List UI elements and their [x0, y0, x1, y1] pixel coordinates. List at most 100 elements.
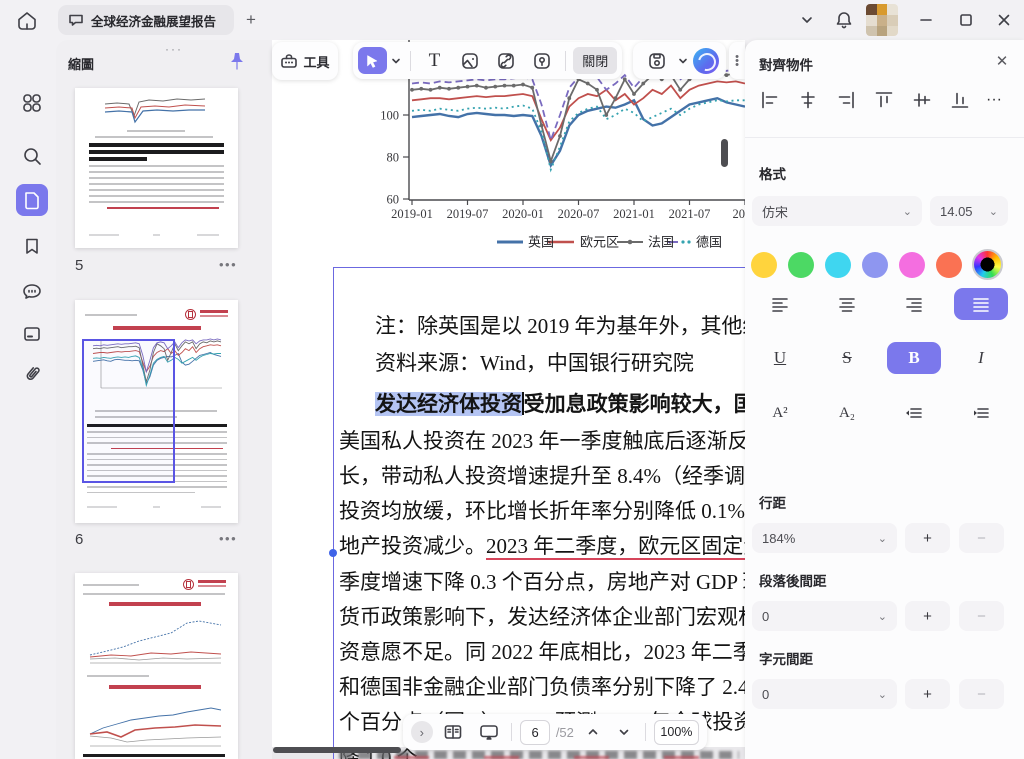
expand-bar-button[interactable]: ›	[411, 721, 433, 743]
avatar[interactable]	[866, 4, 898, 36]
home-button[interactable]	[14, 8, 40, 34]
page-thumbnail-6[interactable]	[75, 300, 238, 523]
align-top-button[interactable]	[871, 87, 896, 113]
align-middle-v-button[interactable]	[909, 87, 934, 113]
previous-page-button[interactable]	[580, 719, 605, 746]
strikethrough-button[interactable]: S	[820, 342, 874, 374]
viewport-indicator[interactable]	[82, 339, 175, 483]
subscript-button[interactable]: A₂	[820, 397, 874, 429]
document-text-line[interactable]: 资意愿不足。同 2022 年底相比，2023 年二季度，	[339, 637, 745, 667]
search-icon[interactable]	[16, 140, 48, 172]
color-swatch[interactable]	[751, 252, 777, 278]
line-spacing-decrease-button[interactable]: −	[959, 523, 1004, 553]
color-swatch[interactable]	[936, 252, 962, 278]
bold-button[interactable]: B	[887, 342, 941, 374]
close-panel-icon[interactable]: ✕	[992, 52, 1012, 72]
document-tab[interactable]: 全球经济金融展望报告	[58, 5, 234, 35]
file-extract-icon[interactable]	[16, 318, 48, 350]
paragraph-spacing-increase-button[interactable]: +	[905, 601, 950, 631]
document-text-line[interactable]: 注：除英国是以 2019 年为基年外，其他经济	[375, 311, 745, 341]
notification-bell-icon[interactable]	[832, 8, 856, 32]
select-tool-dropdown[interactable]	[389, 56, 403, 66]
character-spacing-increase-button[interactable]: +	[905, 679, 950, 709]
current-page-input[interactable]: 6	[520, 720, 549, 745]
document-text-line[interactable]: 发达经济体投资受加息政策影响较大，国内投	[375, 389, 745, 419]
apps-grid-icon[interactable]	[16, 87, 48, 119]
align-left-button[interactable]	[757, 87, 782, 113]
more-align-options[interactable]: ···	[985, 87, 1003, 113]
align-right-button[interactable]	[833, 87, 858, 113]
panel-drag-handle[interactable]: ···	[154, 42, 194, 56]
add-link-button[interactable]	[489, 47, 523, 74]
color-swatch[interactable]	[788, 252, 814, 278]
font-size-select[interactable]: 14.05⌄	[930, 196, 1008, 226]
character-spacing-decrease-button[interactable]: −	[959, 679, 1004, 709]
paragraph-spacing-decrease-button[interactable]: −	[959, 601, 1004, 631]
document-text-line[interactable]: 货币政策影响下，发达经济体企业部门宏观杠杆率	[339, 602, 745, 632]
document-text-line[interactable]: 投资均放缓，环比增长折年率分别降低 0.1%和 3.	[339, 496, 745, 526]
align-center-h-button[interactable]	[795, 87, 820, 113]
color-swatch[interactable]	[899, 252, 925, 278]
document-text-line[interactable]: 季度增速下降 0.3 个百分点，房地产对 GDP 环比增	[339, 567, 745, 597]
line-spacing-increase-button[interactable]: +	[905, 523, 950, 553]
document-text-line[interactable]: 和德国非金融企业部门负债率分别下降了 2.4 个、	[339, 672, 745, 702]
new-tab-button[interactable]: +	[240, 9, 262, 31]
paragraph-spacing-select[interactable]: 0⌄	[752, 601, 897, 631]
align-text-center-button[interactable]	[820, 288, 874, 320]
chevron-down-icon[interactable]	[795, 8, 819, 32]
page-menu-dots[interactable]: •••	[219, 257, 237, 272]
align-text-left-button[interactable]	[753, 288, 807, 320]
add-location-button[interactable]	[525, 47, 559, 74]
page-thumbnail-7[interactable]	[75, 573, 238, 759]
italic-button[interactable]: I	[954, 342, 1008, 374]
next-page-button[interactable]	[611, 719, 636, 746]
page-view-mode-button[interactable]	[439, 719, 468, 746]
close-edit-mode-button[interactable]: 關閉	[573, 47, 617, 74]
toolbar-overflow[interactable]: •••	[729, 42, 745, 79]
zoom-level-button[interactable]: 100%	[654, 720, 699, 745]
sidebar-item-thumbnails[interactable]	[16, 184, 48, 216]
underline-button[interactable]: U	[753, 342, 807, 374]
color-swatch[interactable]	[825, 252, 851, 278]
page-menu-dots[interactable]: •••	[219, 531, 237, 546]
character-spacing-select[interactable]: 0⌄	[752, 679, 897, 709]
page-thumbnail-5[interactable]	[75, 88, 238, 248]
font-family-select[interactable]: 仿宋⌄	[752, 196, 922, 226]
add-image-button[interactable]	[453, 47, 487, 74]
attachment-paperclip-icon[interactable]	[16, 358, 48, 390]
select-tool-button[interactable]	[358, 47, 387, 74]
justify-text-button[interactable]	[954, 288, 1008, 320]
document-canvas[interactable]: 60801002019-012019-072020-012020-072021-…	[272, 40, 745, 759]
maximize-button[interactable]	[954, 8, 978, 32]
format-section-title: 格式	[759, 163, 786, 183]
document-text-line[interactable]: 资料来源：Wind，中国银行研究院	[375, 348, 694, 378]
horizontal-scrollbar-thumb[interactable]	[273, 747, 401, 753]
pin-icon[interactable]	[226, 50, 248, 72]
edit-toolbar: T 關閉	[353, 42, 622, 79]
line-spacing-select[interactable]: 184%⌄	[752, 523, 897, 553]
ai-assistant-button[interactable]	[693, 48, 719, 74]
toolbox-icon	[280, 52, 298, 70]
bookmark-icon[interactable]	[16, 230, 48, 262]
comments-icon[interactable]	[16, 276, 48, 308]
tools-button[interactable]: 工具	[272, 42, 338, 80]
outdent-button[interactable]	[887, 397, 941, 429]
color-swatch[interactable]	[862, 252, 888, 278]
document-text-line[interactable]: 长，带动私人投资增速提升至 8.4%（经季调后环比	[339, 461, 745, 491]
save-button[interactable]	[640, 47, 674, 74]
minimize-button[interactable]	[914, 8, 938, 32]
vertical-scrollbar-thumb[interactable]	[721, 139, 728, 167]
presentation-mode-button[interactable]	[474, 719, 503, 746]
color-wheel-picker[interactable]	[972, 249, 1003, 280]
save-dropdown[interactable]	[677, 56, 691, 66]
document-text-line[interactable]: 美国私人投资在 2023 年一季度触底后逐渐反弹，三	[339, 426, 745, 456]
indent-button[interactable]	[954, 397, 1008, 429]
svg-text:2020-07: 2020-07	[558, 207, 600, 221]
add-text-button[interactable]: T	[418, 47, 452, 74]
document-text-line[interactable]: 地产投资减少。2023 年二季度，欧元区固定资本形	[339, 531, 745, 561]
align-text-right-button[interactable]	[887, 288, 941, 320]
close-window-button[interactable]	[992, 8, 1016, 32]
superscript-button[interactable]: A²	[753, 397, 807, 429]
selection-handle[interactable]	[329, 549, 337, 557]
align-bottom-button[interactable]	[947, 87, 972, 113]
